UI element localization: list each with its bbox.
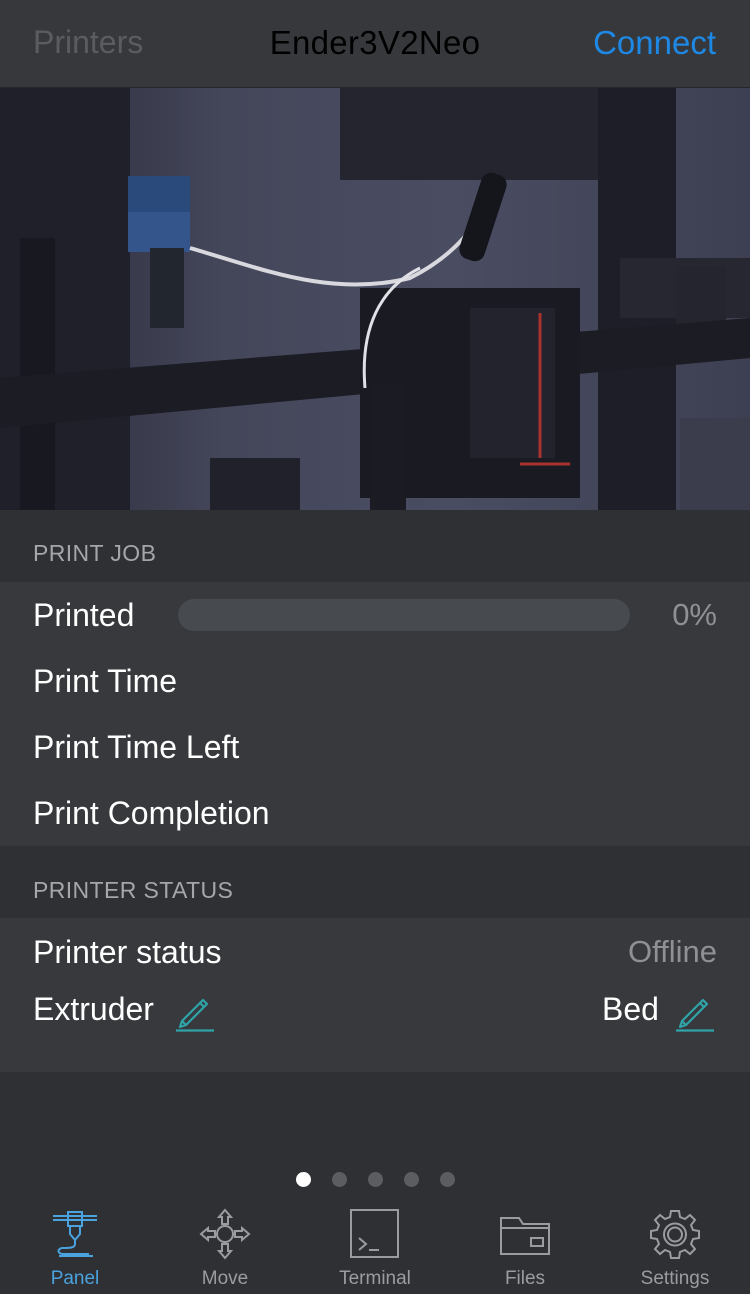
camera-image bbox=[0, 88, 750, 510]
bed-label: Bed bbox=[602, 991, 659, 1027]
printed-percent: 0% bbox=[672, 597, 717, 632]
connect-button[interactable]: Connect bbox=[593, 24, 716, 62]
tab-panel-label: Panel bbox=[50, 1268, 100, 1289]
tab-files-label: Files bbox=[504, 1268, 546, 1289]
tab-settings[interactable]: Settings bbox=[600, 1198, 750, 1294]
terminal-icon bbox=[350, 1209, 399, 1258]
printer-icon bbox=[53, 1211, 97, 1257]
tab-terminal-label: Terminal bbox=[339, 1268, 411, 1289]
printer-status-section-header: PRINTER STATUS bbox=[0, 846, 750, 918]
bed-edit-pencil-icon[interactable] bbox=[672, 989, 716, 1033]
page-dot[interactable] bbox=[439, 1172, 455, 1187]
extruder-label: Extruder bbox=[33, 991, 154, 1027]
folder-icon bbox=[500, 1217, 550, 1255]
printed-label: Printed bbox=[33, 597, 135, 633]
page-dot[interactable] bbox=[295, 1172, 311, 1187]
extruder-edit-pencil-icon[interactable] bbox=[172, 989, 216, 1033]
camera-feed[interactable] bbox=[0, 88, 750, 510]
tab-settings-label: Settings bbox=[640, 1268, 710, 1289]
print-time-label: Print Time bbox=[33, 663, 178, 699]
tab-terminal[interactable]: Terminal bbox=[300, 1198, 450, 1294]
tab-move[interactable]: Move bbox=[150, 1198, 300, 1294]
page-dot[interactable] bbox=[331, 1172, 347, 1187]
print-completion-label: Print Completion bbox=[33, 795, 270, 831]
print-job-section-header: PRINT JOB bbox=[0, 510, 750, 582]
printer-status-label: Printer status bbox=[33, 934, 222, 970]
navigation-bar: Printers Ender3V2Neo Connect bbox=[0, 0, 750, 88]
tab-move-label: Move bbox=[201, 1268, 249, 1289]
tab-panel[interactable]: Panel bbox=[0, 1198, 150, 1294]
tab-bar: Panel Move Terminal Files Settings bbox=[0, 1198, 750, 1294]
gear-icon bbox=[650, 1210, 700, 1259]
print-time-left-label: Print Time Left bbox=[33, 729, 240, 765]
print-progress-bar bbox=[178, 599, 630, 631]
page-dot[interactable] bbox=[403, 1172, 419, 1187]
printer-status-value: Offline bbox=[627, 934, 717, 969]
move-arrows-icon bbox=[199, 1208, 251, 1260]
printer-status-group: Printer status Offline Extruder Bed bbox=[0, 918, 750, 1072]
tab-files[interactable]: Files bbox=[450, 1198, 600, 1294]
page-indicator[interactable] bbox=[0, 1172, 750, 1188]
page-dot[interactable] bbox=[367, 1172, 383, 1187]
print-job-group: Printed 0% Print Time Print Time Left Pr… bbox=[0, 582, 750, 846]
